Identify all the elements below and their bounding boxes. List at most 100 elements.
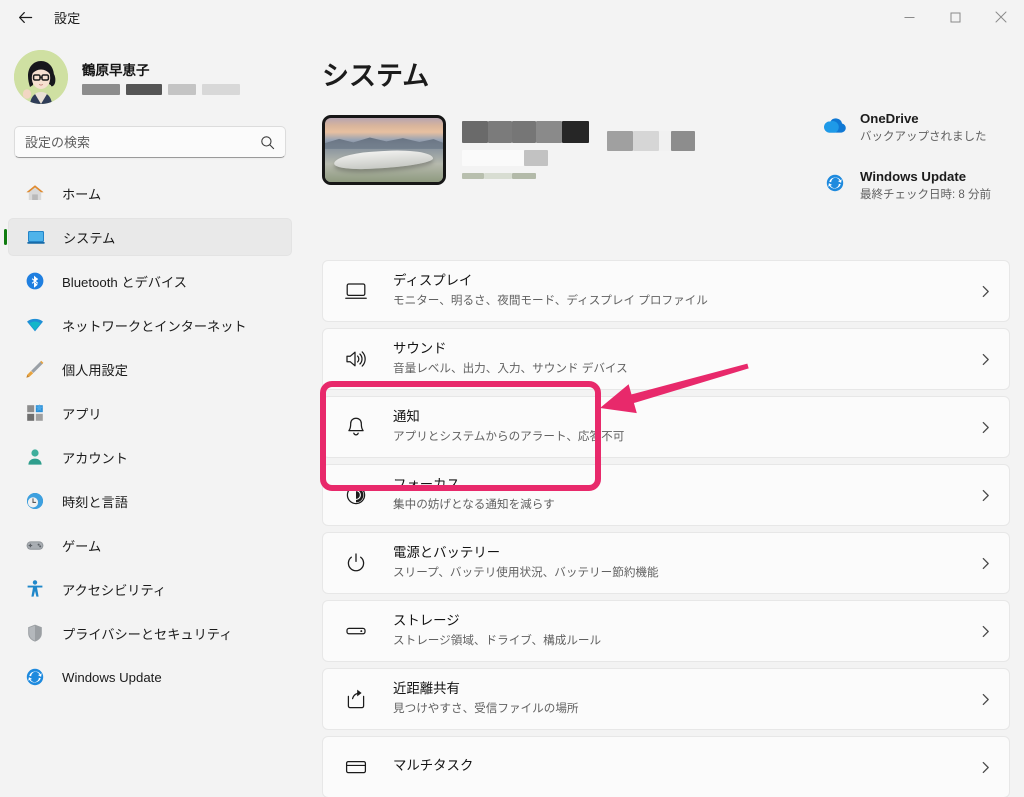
settings-card-5[interactable]: ストレージ ストレージ領域、ドライブ、構成ルール: [322, 600, 1010, 662]
wifi-icon: [24, 314, 46, 336]
onedrive-cloud-icon: [822, 112, 848, 138]
user-avatar-icon: [14, 50, 68, 104]
chevron-right-icon: [978, 284, 993, 299]
card-subtitle: ストレージ領域、ドライブ、構成ルール: [393, 634, 602, 648]
profile-redacted-info: [82, 84, 240, 95]
sidebar-item-label: システム: [63, 230, 116, 246]
sidebar-item-11[interactable]: Windows Update: [8, 658, 292, 696]
maximize-button[interactable]: [932, 0, 978, 34]
status-text: OneDrive バックアップされました: [860, 110, 987, 146]
sidebar-item-0[interactable]: ホーム: [8, 174, 292, 212]
close-button[interactable]: [978, 0, 1024, 34]
card-text: 電源とバッテリー スリープ、バッテリ使用状況、バッテリー節約機能: [393, 544, 978, 581]
paintbrush-icon: [26, 360, 44, 378]
minimize-button[interactable]: [886, 0, 932, 34]
search-input[interactable]: [25, 134, 260, 150]
clock-globe-icon: [27, 493, 43, 509]
redacted-block: [168, 84, 196, 95]
onedrive-cloud-icon: [824, 118, 846, 133]
profile-block[interactable]: 鶴原早恵子: [0, 34, 300, 112]
shield-icon: [24, 622, 46, 644]
system-monitor-icon: [25, 226, 47, 248]
sidebar-item-9[interactable]: アクセシビリティ: [8, 570, 292, 608]
gamepad-icon: [24, 534, 46, 556]
account-person-icon: [28, 449, 42, 465]
settings-card-4[interactable]: 電源とバッテリー スリープ、バッテリ使用状況、バッテリー節約機能: [322, 532, 1010, 594]
sidebar-item-7[interactable]: 時刻と言語: [8, 482, 292, 520]
card-title: フォーカス: [393, 477, 460, 493]
chevron-right-icon: [982, 557, 989, 569]
redacted-block: [462, 150, 524, 166]
card-text: マルチタスク: [393, 757, 978, 777]
windows-update-icon: [826, 174, 844, 191]
search-box[interactable]: [14, 126, 286, 158]
redacted-block: [633, 131, 659, 151]
device-sub-redacted: [462, 150, 882, 166]
card-title: 通知: [393, 409, 420, 425]
account-person-icon: [24, 446, 46, 468]
card-subtitle: スリープ、バッテリ使用状況、バッテリー節約機能: [393, 566, 659, 580]
bluetooth-icon: [24, 270, 46, 292]
card-subtitle: アプリとシステムからのアラート、応答不可: [393, 430, 625, 444]
windows-update-icon: [26, 668, 44, 686]
home-icon: [24, 182, 46, 204]
settings-card-0[interactable]: ディスプレイ モニター、明るさ、夜間モード、ディスプレイ プロファイル: [322, 260, 1010, 322]
nearby-share-icon: [347, 689, 365, 709]
maximize-icon: [950, 12, 960, 22]
accessibility-icon: [27, 580, 43, 597]
card-text: サウンド 音量レベル、出力、入力、サウンド デバイス: [393, 340, 978, 377]
clock-globe-icon: [24, 490, 46, 512]
status-item-0[interactable]: OneDrive バックアップされました: [822, 110, 1008, 146]
speaker-sound-icon: [341, 344, 371, 374]
settings-card-1[interactable]: サウンド 音量レベル、出力、入力、サウンド デバイス: [322, 328, 1010, 390]
chevron-right-icon: [982, 421, 989, 433]
status-title: OneDrive: [860, 111, 919, 126]
sidebar-item-10[interactable]: プライバシーとセキュリティ: [8, 614, 292, 652]
device-under-redacted: [462, 173, 882, 179]
settings-card-list: ディスプレイ モニター、明るさ、夜間モード、ディスプレイ プロファイル サウンド…: [322, 260, 1010, 797]
card-title: ディスプレイ: [393, 273, 473, 289]
redacted-block: [524, 150, 548, 166]
device-right-redacted: [607, 131, 695, 151]
window-controls: [886, 0, 1024, 34]
chevron-right-icon: [982, 353, 989, 365]
sidebar-item-label: ゲーム: [62, 538, 102, 554]
chevron-right-icon: [978, 760, 993, 775]
chevron-right-icon: [978, 420, 993, 435]
card-text: フォーカス 集中の妨げとなる通知を減らす: [393, 476, 978, 513]
multitask-icon: [341, 752, 371, 782]
card-subtitle: 集中の妨げとなる通知を減らす: [393, 498, 555, 512]
sidebar-item-5[interactable]: アプリ: [8, 394, 292, 432]
settings-card-3[interactable]: フォーカス 集中の妨げとなる通知を減らす: [322, 464, 1010, 526]
status-subtitle: バックアップされました: [860, 131, 987, 143]
gamepad-icon: [26, 541, 44, 550]
avatar: [14, 50, 68, 104]
storage-drive-icon: [341, 616, 371, 646]
sidebar-item-label: Windows Update: [62, 669, 162, 685]
sidebar-item-1[interactable]: システム: [8, 218, 292, 256]
window-title: 設定: [54, 10, 81, 26]
sidebar-item-6[interactable]: アカウント: [8, 438, 292, 476]
status-item-1[interactable]: Windows Update 最終チェック日時: 8 分前: [822, 168, 1008, 204]
settings-window: 設定 鶴原早恵子 設定の検索 ホーム システム Bluetooth とデバイス …: [0, 0, 1024, 797]
back-button[interactable]: [8, 2, 42, 32]
paintbrush-icon: [24, 358, 46, 380]
settings-card-2[interactable]: 通知 アプリとシステムからのアラート、応答不可: [322, 396, 1010, 458]
chevron-right-icon: [982, 489, 989, 501]
sidebar-item-4[interactable]: 個人用設定: [8, 350, 292, 388]
chevron-right-icon: [982, 285, 989, 297]
minimize-icon: [904, 16, 914, 18]
sidebar-item-3[interactable]: ネットワークとインターネット: [8, 306, 292, 344]
power-icon: [341, 548, 371, 578]
sidebar-item-2[interactable]: Bluetooth とデバイス: [8, 262, 292, 300]
shield-icon: [28, 624, 42, 642]
sidebar: 鶴原早恵子 ホーム システム Bluetooth とデバイス: [0, 34, 300, 797]
card-text: ストレージ ストレージ領域、ドライブ、構成ルール: [393, 612, 978, 649]
settings-card-7[interactable]: マルチタスク: [322, 736, 1010, 797]
status-title: Windows Update: [860, 168, 967, 184]
chevron-right-icon: [978, 624, 993, 639]
status-subtitle: 最終チェック日時: 8 分前: [860, 188, 991, 201]
sidebar-item-8[interactable]: ゲーム: [8, 526, 292, 564]
settings-card-6[interactable]: 近距離共有 見つけやすさ、受信ファイルの場所: [322, 668, 1010, 730]
windows-update-icon: [822, 170, 848, 196]
